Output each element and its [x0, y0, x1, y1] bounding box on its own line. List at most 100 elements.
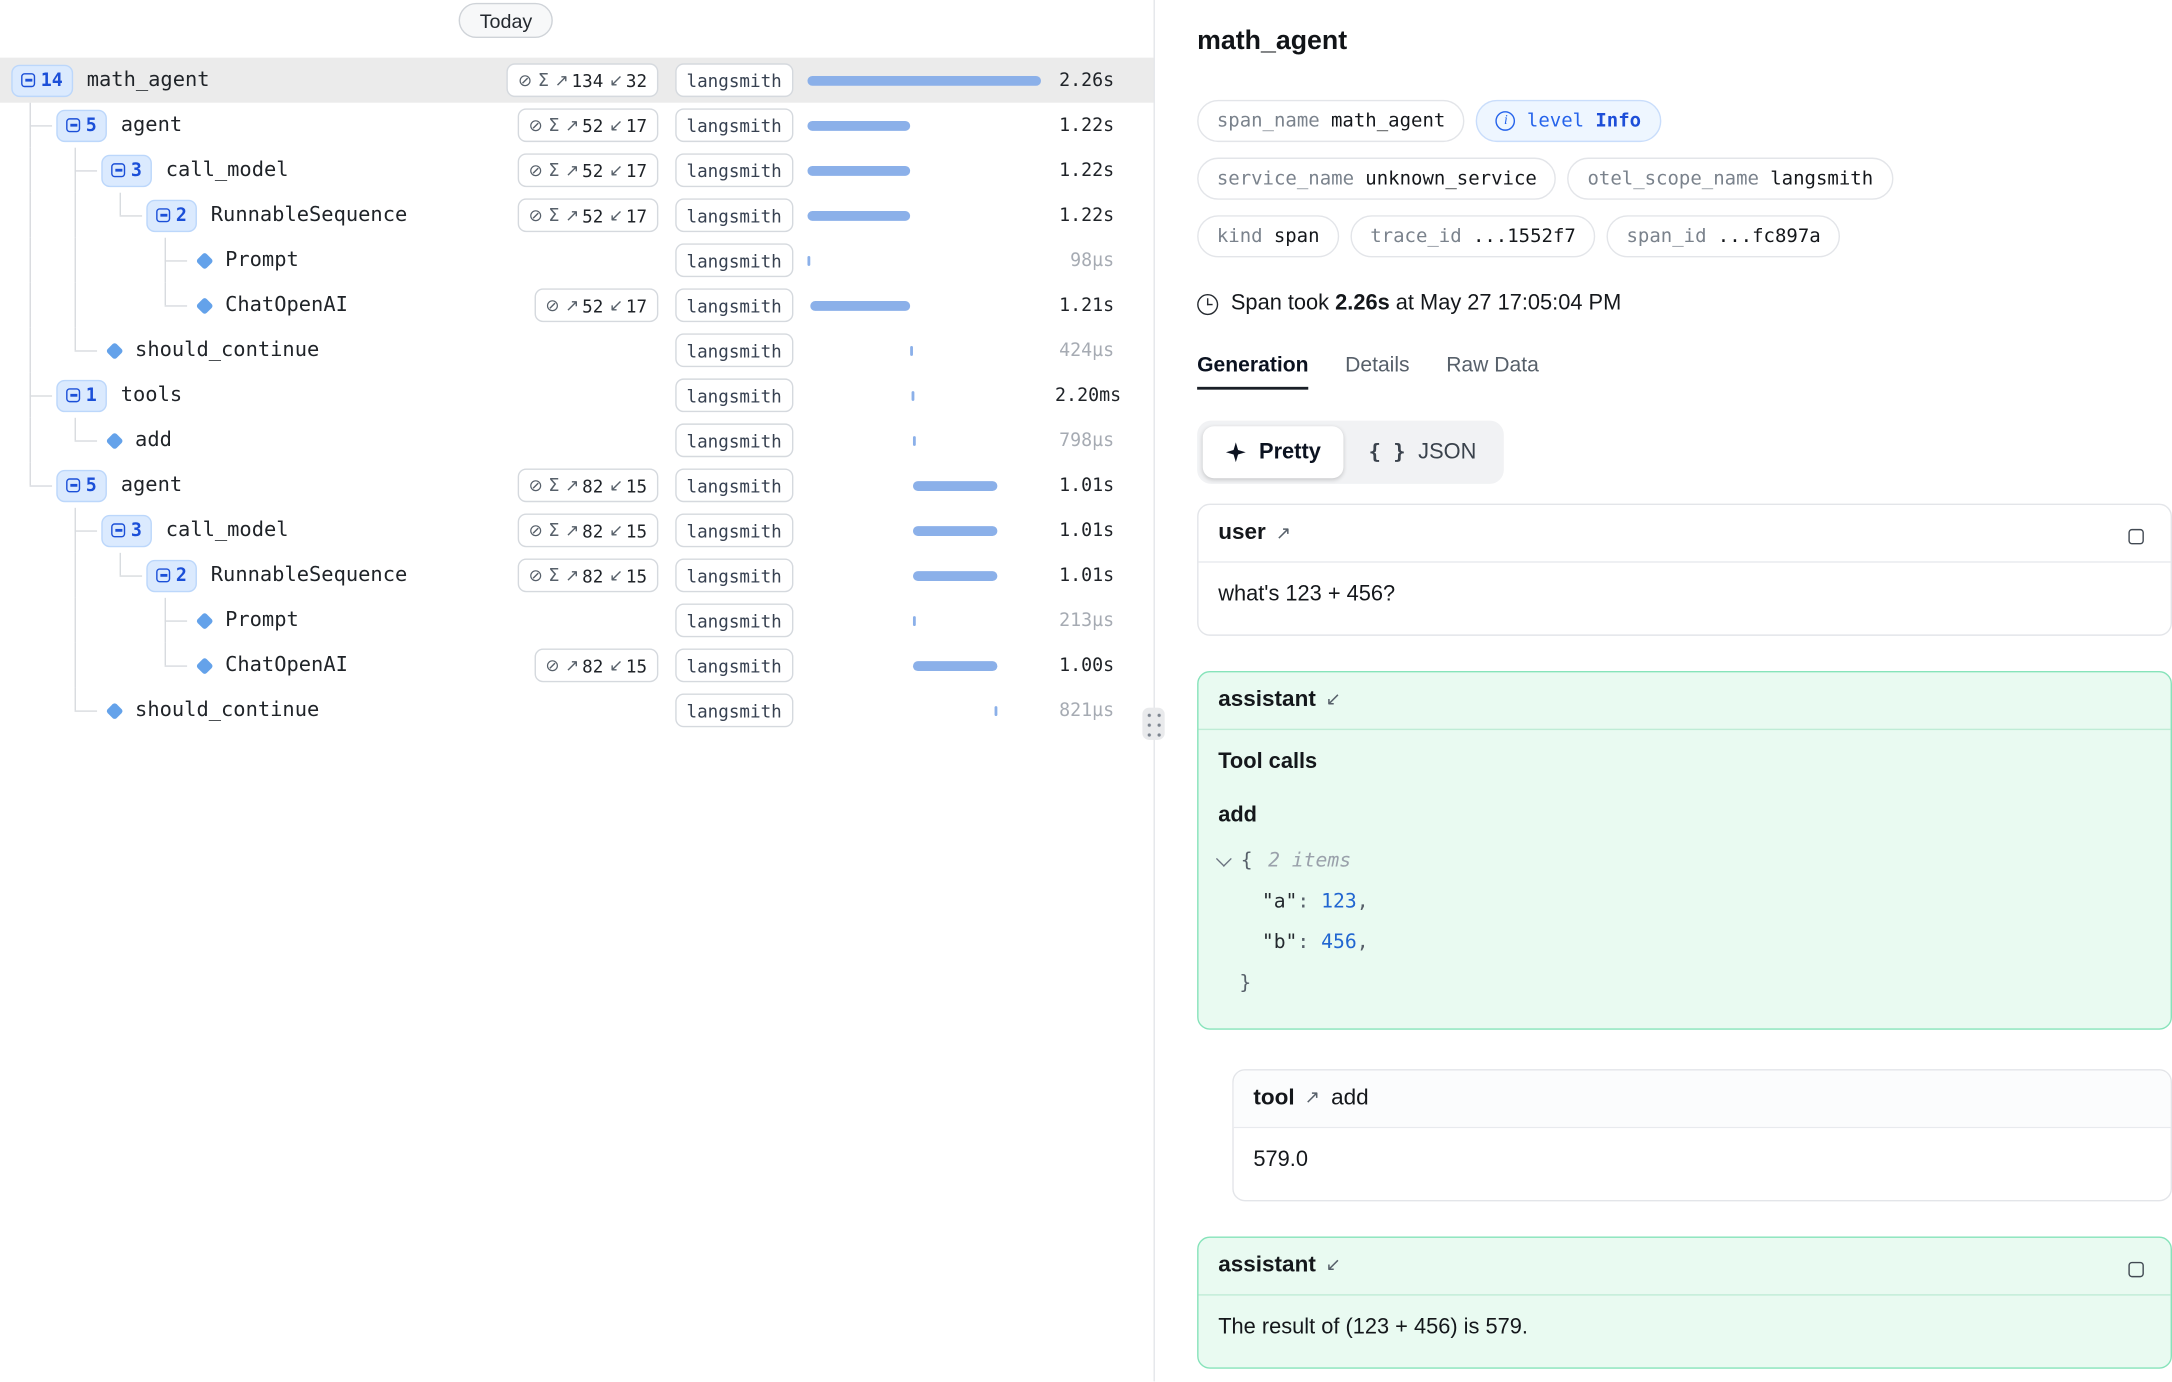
sparkle-icon: [1225, 442, 1246, 463]
tool-calls-heading: Tool calls: [1218, 748, 2151, 777]
trace-row-math_agent[interactable]: 14math_agent⊘Σ↗134↙32langsmith2.26s: [0, 58, 1154, 103]
tree-connector: [75, 283, 76, 328]
tree-connector: [75, 643, 76, 688]
json-viewer: {2 items"a": 123,"b": 456,}: [1218, 841, 2151, 1004]
copy-button[interactable]: [2128, 523, 2149, 544]
trace-row-Prompt[interactable]: Promptlangsmith213µs: [0, 598, 1154, 643]
output-tokens-icon: ↙: [609, 207, 623, 224]
span-name-label: Prompt: [225, 249, 299, 272]
message-role: assistant: [1218, 1253, 1316, 1278]
collapse-badge[interactable]: 2: [146, 559, 196, 591]
trace-row-agent[interactable]: 5agent⊘Σ↗82↙15langsmith1.01s: [0, 463, 1154, 508]
span-name-label: call_model: [166, 159, 289, 182]
pill-value: span: [1274, 225, 1320, 248]
tab-details[interactable]: Details: [1345, 353, 1410, 390]
minus-square-icon: [66, 478, 80, 492]
scope-tag: langsmith: [675, 513, 793, 547]
tool-call-name: add: [1218, 802, 2151, 831]
timeline-track: [807, 480, 1041, 491]
trace-row-call_model[interactable]: 3call_model⊘Σ↗82↙15langsmith1.01s: [0, 508, 1154, 553]
duration-label: 1.01s: [1055, 565, 1114, 586]
pill-label: service_name: [1217, 167, 1354, 190]
collapse-badge[interactable]: 5: [56, 109, 106, 141]
span-name-label: should_continue: [135, 699, 319, 722]
message-role: user: [1218, 520, 1266, 545]
trace-row-tools[interactable]: 1toolslangsmith2.20ms: [0, 373, 1154, 418]
pill-value: unknown_service: [1365, 167, 1537, 190]
collapse-badge[interactable]: 2: [146, 199, 196, 231]
sum-icon: Σ: [548, 206, 559, 224]
trace-row-add[interactable]: addlangsmith798µs: [0, 418, 1154, 463]
timing-text: Span took 2.26s at May 27 17:05:04 PM: [1231, 291, 1621, 316]
json-value: 123: [1321, 882, 1357, 923]
format-json-button[interactable]: { }JSON: [1346, 426, 1499, 478]
pill-label: otel_scope_name: [1587, 167, 1759, 190]
trace-row-should_continue[interactable]: should_continuelangsmith424µs: [0, 328, 1154, 373]
tree-connector: [30, 395, 53, 396]
tree-connector: [165, 620, 188, 621]
outgoing-arrow-icon: ↗: [1276, 523, 1291, 544]
token-usage-badge: ⊘↗52↙17: [534, 288, 658, 322]
timeline-bar: [807, 75, 1041, 85]
collapse-badge[interactable]: 1: [56, 379, 106, 411]
collapse-badge[interactable]: 5: [56, 469, 106, 501]
timeline-track: [807, 120, 1041, 131]
trace-row-RunnableSequence[interactable]: 2RunnableSequence⊘Σ↗52↙17langsmith1.22s: [0, 193, 1154, 238]
chevron-down-icon[interactable]: [1216, 851, 1232, 867]
trace-row-ChatOpenAI[interactable]: ChatOpenAI⊘↗82↙15langsmith1.00s: [0, 643, 1154, 688]
message-header[interactable]: assistant↙: [1199, 672, 2171, 730]
timeline-track: [807, 525, 1041, 536]
tab-raw-data[interactable]: Raw Data: [1446, 353, 1539, 390]
message-header[interactable]: tool↗add: [1234, 1070, 2171, 1128]
message-role: tool: [1253, 1086, 1294, 1111]
trace-row-Prompt[interactable]: Promptlangsmith98µs: [0, 238, 1154, 283]
format-pretty-button[interactable]: Pretty: [1203, 426, 1344, 478]
collapse-badge[interactable]: 3: [101, 514, 151, 546]
pill-label: trace_id: [1370, 225, 1461, 248]
timeline-bar: [810, 300, 910, 310]
tree-connector: [30, 328, 31, 373]
trace-row-RunnableSequence[interactable]: 2RunnableSequence⊘Σ↗82↙15langsmith1.01s: [0, 553, 1154, 598]
output-tokens-icon: ↙: [609, 117, 623, 134]
message-header[interactable]: assistant↙: [1199, 1237, 2171, 1295]
panel-resize-handle[interactable]: [1142, 708, 1165, 740]
trace-row-agent[interactable]: 5agent⊘Σ↗52↙17langsmith1.22s: [0, 103, 1154, 148]
trace-row-ChatOpenAI[interactable]: ChatOpenAI⊘↗52↙17langsmith1.21s: [0, 283, 1154, 328]
tree-connector: [30, 148, 31, 193]
tokens-icon: ⊘: [529, 522, 543, 539]
today-filter-button[interactable]: Today: [459, 3, 554, 38]
json-close-brace: }: [1239, 963, 1251, 1004]
collapse-badge[interactable]: 14: [11, 64, 72, 96]
output-tokens-icon: ↙: [609, 72, 623, 89]
input-tokens-icon: ↗: [565, 522, 579, 539]
timeline-bar: [910, 345, 913, 355]
duration-label: 2.20ms: [1055, 385, 1114, 406]
trace-row-call_model[interactable]: 3call_model⊘Σ↗52↙17langsmith1.22s: [0, 148, 1154, 193]
output-tokens-icon: ↙: [609, 297, 623, 314]
scope-tag: langsmith: [675, 558, 793, 592]
sum-icon: Σ: [538, 71, 549, 89]
timeline-bar: [913, 480, 998, 490]
tree-connector: [75, 170, 98, 171]
input-tokens-icon: ↗: [565, 567, 579, 584]
message-header[interactable]: user ↗: [1199, 505, 2171, 563]
message-card-assistant: assistant↙ Tool calls add {2 items"a": 123,…: [1197, 671, 2172, 1029]
timeline-bar: [807, 165, 910, 175]
meta-pill-span_name: span_namemath_agent: [1197, 100, 1465, 142]
token-usage-badge: ⊘Σ↗52↙17: [517, 108, 658, 142]
trace-row-should_continue[interactable]: should_continuelangsmith821µs: [0, 688, 1154, 733]
collapse-badge[interactable]: 3: [101, 154, 151, 186]
duration-label: 2.26s: [1055, 70, 1114, 91]
tokens-icon: ⊘: [529, 117, 543, 134]
span-title: math_agent: [1197, 25, 2172, 59]
timeline-track: [807, 210, 1041, 221]
tree-connector: [75, 710, 98, 711]
timeline-track: [807, 570, 1041, 581]
copy-button[interactable]: [2128, 1256, 2149, 1277]
timeline-bar: [807, 120, 910, 130]
scope-tag: langsmith: [675, 198, 793, 232]
detail-tabs: Generation Details Raw Data: [1197, 353, 2172, 390]
tab-generation[interactable]: Generation: [1197, 353, 1308, 390]
duration-label: 1.01s: [1055, 475, 1114, 496]
trace-tree-panel: Today 14math_agent⊘Σ↗134↙32langsmith2.26…: [0, 0, 1155, 1381]
